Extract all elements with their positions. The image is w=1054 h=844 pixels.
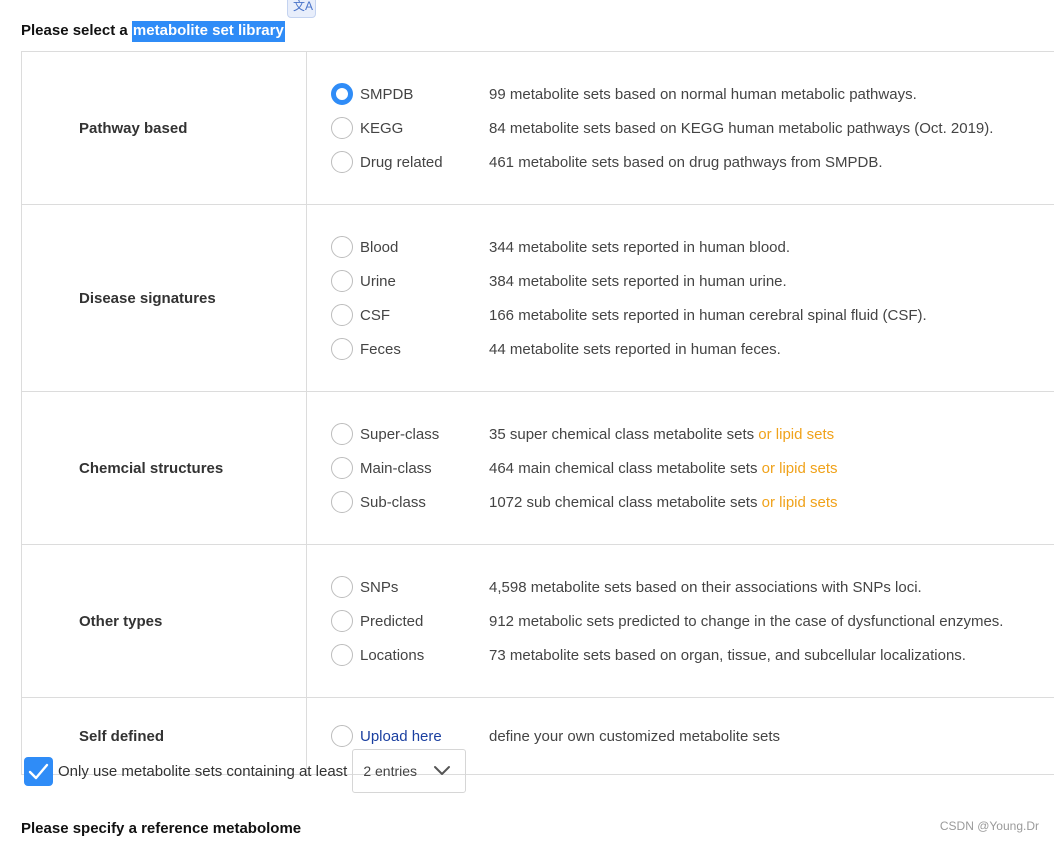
library-option[interactable]: Upload here define your own customized me…: [331, 719, 1054, 753]
library-option[interactable]: Locations 73 metabolite sets based on org…: [331, 638, 1054, 672]
option-label: KEGG: [360, 119, 404, 137]
option-label: CSF: [360, 306, 390, 324]
radio-button[interactable]: [331, 83, 353, 105]
option-description: 4,598 metabolite sets based on their ass…: [489, 579, 922, 596]
category-options: SMPDB 99 metabolite sets based on normal …: [306, 51, 1054, 205]
library-table: Pathway based SMPDB 99 metabolite sets bas…: [21, 51, 1054, 775]
library-option[interactable]: Drug related 461 metabolite sets based on…: [331, 145, 1054, 179]
library-option[interactable]: Urine 384 metabolite sets reported in hum…: [331, 264, 1054, 298]
option-description: 344 metabolite sets reported in human bl…: [489, 239, 790, 256]
library-option[interactable]: Blood 344 metabolite sets reported in hum…: [331, 230, 1054, 264]
lipid-sets-link[interactable]: or lipid sets: [762, 460, 838, 477]
category-options: SNPs 4,598 metabolite sets based on their…: [306, 544, 1054, 698]
library-row: Other types SNPs 4,598 metabolite sets bas…: [21, 544, 1054, 698]
option-description: 73 metabolite sets based on organ, tissu…: [489, 647, 966, 664]
option-description-text: 99 metabolite sets based on normal human…: [489, 85, 917, 103]
category-label: Other types: [21, 544, 307, 698]
library-row: Disease signatures Blood 344 metabolite se…: [21, 204, 1054, 392]
library-option[interactable]: SMPDB 99 metabolite sets based on normal …: [331, 77, 1054, 111]
option-description: 464 main chemical class metabolite sets …: [489, 460, 838, 477]
option-description: 99 metabolite sets based on normal human…: [489, 86, 917, 103]
library-option[interactable]: Predicted 912 metabolic sets predicted to…: [331, 604, 1054, 638]
option-description-text: 1072 sub chemical class metabolite sets: [489, 493, 758, 511]
option-description: 166 metabolite sets reported in human ce…: [489, 307, 927, 324]
radio-button[interactable]: [331, 644, 353, 666]
library-heading-highlight: metabolite set library: [131, 21, 285, 42]
radio-button[interactable]: [331, 457, 353, 479]
option-label: Sub-class: [360, 493, 426, 511]
category-options: Blood 344 metabolite sets reported in hum…: [306, 204, 1054, 392]
option-description: 35 super chemical class metabolite sets …: [489, 426, 834, 443]
radio-button[interactable]: [331, 338, 353, 360]
library-row: Pathway based SMPDB 99 metabolite sets bas…: [21, 51, 1054, 205]
reference-metabolome-heading: Please specify a reference metabolome: [21, 820, 302, 837]
category-label: Disease signatures: [21, 204, 307, 392]
translate-icon[interactable]: 文A: [287, 0, 316, 18]
option-description-text: 35 super chemical class metabolite sets: [489, 425, 755, 443]
library-heading: Please select a metabolite set library: [21, 21, 285, 42]
radio-button[interactable]: [331, 270, 353, 292]
option-description-text: 461 metabolite sets based on drug pathwa…: [489, 153, 883, 171]
library-option[interactable]: Sub-class 1072 sub chemical class metabol…: [331, 485, 1054, 519]
option-label: Super-class: [360, 425, 440, 443]
option-description-text: 912 metabolic sets predicted to change i…: [489, 612, 1004, 630]
option-description: 912 metabolic sets predicted to change i…: [489, 613, 1003, 630]
checkmark-icon: [28, 763, 49, 779]
category-options: Super-class 35 super chemical class metab…: [306, 391, 1054, 545]
option-label: Blood: [360, 238, 399, 256]
lipid-sets-link[interactable]: or lipid sets: [758, 426, 834, 443]
option-description-text: 44 metabolite sets reported in human fec…: [489, 340, 781, 358]
min-entries-filter: Only use metabolite sets containing at l…: [24, 749, 467, 793]
category-label: Chemcial structures: [21, 391, 307, 545]
chevron-down-icon: [434, 766, 451, 775]
option-description: define your own customized metabolite se…: [489, 728, 780, 745]
option-description-text: 344 metabolite sets reported in human bl…: [489, 238, 791, 256]
option-label: SNPs: [360, 578, 399, 596]
library-option[interactable]: Super-class 35 super chemical class metab…: [331, 417, 1054, 451]
option-label: Locations: [360, 646, 425, 664]
option-description: 384 metabolite sets reported in human ur…: [489, 273, 787, 290]
option-label: Urine: [360, 272, 396, 290]
option-description-text: 464 main chemical class metabolite sets: [489, 459, 758, 477]
min-entries-select-value: 2 entries: [363, 763, 418, 779]
min-entries-label: Only use metabolite sets containing at l…: [58, 762, 348, 780]
option-label: Drug related: [360, 153, 443, 171]
radio-button[interactable]: [331, 610, 353, 632]
option-description: 461 metabolite sets based on drug pathwa…: [489, 154, 883, 171]
radio-button[interactable]: [331, 576, 353, 598]
library-heading-prefix: Please select a: [21, 22, 132, 39]
library-option[interactable]: CSF 166 metabolite sets reported in human…: [331, 298, 1054, 332]
radio-button[interactable]: [331, 151, 353, 173]
option-label: SMPDB: [360, 85, 414, 103]
library-option[interactable]: SNPs 4,598 metabolite sets based on their…: [331, 570, 1054, 604]
option-label: Predicted: [360, 612, 424, 630]
library-option[interactable]: Feces 44 metabolite sets reported in huma…: [331, 332, 1054, 366]
option-description-text: 73 metabolite sets based on organ, tissu…: [489, 646, 966, 664]
upload-link[interactable]: Upload here: [360, 728, 489, 745]
radio-button[interactable]: [331, 117, 353, 139]
option-label: Main-class: [360, 459, 432, 477]
radio-button[interactable]: [331, 423, 353, 445]
library-row: Chemcial structures Super-class 35 super c…: [21, 391, 1054, 545]
option-description: 44 metabolite sets reported in human fec…: [489, 341, 781, 358]
radio-button[interactable]: [331, 236, 353, 258]
min-entries-select[interactable]: 2 entries: [352, 749, 467, 793]
watermark: CSDN @Young.Dr: [939, 819, 1039, 833]
library-option[interactable]: Main-class 464 main chemical class metabo…: [331, 451, 1054, 485]
option-description: 1072 sub chemical class metabolite sets …: [489, 494, 838, 511]
option-description-text: define your own customized metabolite se…: [489, 727, 780, 745]
radio-button[interactable]: [331, 491, 353, 513]
option-label: Feces: [360, 340, 401, 358]
option-description: 84 metabolite sets based on KEGG human m…: [489, 120, 993, 137]
option-description-text: 84 metabolite sets based on KEGG human m…: [489, 119, 994, 137]
radio-button[interactable]: [331, 725, 353, 747]
option-description-text: 166 metabolite sets reported in human ce…: [489, 306, 927, 324]
category-label: Pathway based: [21, 51, 307, 205]
lipid-sets-link[interactable]: or lipid sets: [762, 494, 838, 511]
min-entries-checkbox[interactable]: [24, 756, 53, 786]
library-option[interactable]: KEGG 84 metabolite sets based on KEGG hum…: [331, 111, 1054, 145]
option-description-text: 4,598 metabolite sets based on their ass…: [489, 578, 922, 596]
radio-button[interactable]: [331, 304, 353, 326]
option-description-text: 384 metabolite sets reported in human ur…: [489, 272, 787, 290]
